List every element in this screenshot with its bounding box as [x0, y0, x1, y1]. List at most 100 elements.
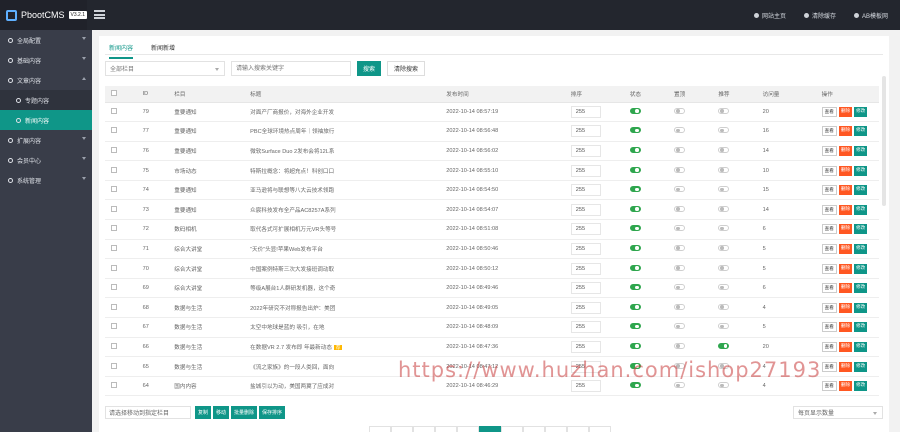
- top-toggle[interactable]: [674, 205, 686, 212]
- top-toggle[interactable]: [674, 264, 686, 271]
- sidebar-item-4[interactable]: 新闻内容: [0, 110, 92, 130]
- rec-toggle[interactable]: [718, 166, 730, 173]
- row-title[interactable]: 中国案例特斯三次大发接班调动取: [250, 267, 334, 273]
- page-button[interactable]: [523, 426, 545, 432]
- row-title[interactable]: 众宸科技发布全产品AC8257A系列: [250, 208, 335, 214]
- rec-toggle[interactable]: [718, 186, 730, 193]
- status-toggle[interactable]: [629, 205, 641, 212]
- select-all-checkbox[interactable]: [111, 89, 117, 96]
- delete-button[interactable]: 删除: [838, 381, 853, 392]
- view-button[interactable]: 查看: [821, 283, 837, 294]
- rec-toggle[interactable]: [718, 107, 730, 114]
- row-checkbox[interactable]: [111, 146, 117, 153]
- page-button[interactable]: [589, 426, 611, 432]
- view-button[interactable]: 查看: [821, 224, 837, 235]
- save-sort-button[interactable]: 保存排序: [259, 406, 286, 419]
- rec-toggle[interactable]: [718, 342, 730, 349]
- clear-search-button[interactable]: 清除搜索: [387, 61, 426, 76]
- edit-button[interactable]: 修改: [854, 381, 868, 392]
- top-toggle[interactable]: [674, 382, 686, 389]
- row-checkbox[interactable]: [111, 205, 117, 212]
- per-page-select[interactable]: 每页显示数量: [793, 406, 883, 419]
- sort-input[interactable]: 255: [570, 340, 601, 353]
- row-title[interactable]: 2022年研究不对称报告出炉：美团: [250, 306, 335, 312]
- sort-input[interactable]: 255: [570, 301, 601, 314]
- top-toggle[interactable]: [674, 166, 686, 173]
- row-checkbox[interactable]: [111, 107, 117, 114]
- page-button[interactable]: [435, 426, 457, 432]
- edit-button[interactable]: 修改: [854, 204, 868, 215]
- status-toggle[interactable]: [629, 323, 641, 330]
- status-toggle[interactable]: [629, 166, 641, 173]
- view-button[interactable]: 查看: [821, 145, 837, 156]
- search-button[interactable]: 搜索: [357, 61, 382, 76]
- column-select[interactable]: 全部栏目: [105, 61, 225, 76]
- page-button[interactable]: [567, 426, 589, 432]
- row-checkbox[interactable]: [111, 342, 117, 349]
- top-toggle[interactable]: [674, 244, 686, 251]
- sidebar-item-6[interactable]: 会员中心: [0, 150, 92, 170]
- delete-button[interactable]: 删除: [838, 243, 853, 254]
- rec-toggle[interactable]: [718, 303, 730, 310]
- row-checkbox[interactable]: [111, 186, 117, 193]
- view-button[interactable]: 查看: [821, 322, 837, 333]
- sidebar-item-7[interactable]: 系统管理: [0, 170, 92, 190]
- edit-button[interactable]: 修改: [854, 322, 868, 333]
- delete-button[interactable]: 删除: [838, 283, 853, 294]
- view-button[interactable]: 查看: [821, 361, 837, 372]
- page-button[interactable]: [501, 426, 523, 432]
- top-toggle[interactable]: [674, 303, 686, 310]
- top-toggle[interactable]: [674, 186, 686, 193]
- sort-input[interactable]: 255: [570, 125, 601, 138]
- view-button[interactable]: 查看: [821, 204, 837, 215]
- batch-delete-button[interactable]: 批量删除: [231, 406, 258, 419]
- sort-input[interactable]: 255: [570, 321, 601, 334]
- edit-button[interactable]: 修改: [854, 283, 868, 294]
- delete-button[interactable]: 删除: [838, 185, 853, 196]
- scrollbar[interactable]: [882, 76, 886, 206]
- row-title[interactable]: 在数据VR 2.7 发布即 年最新动态: [250, 345, 332, 351]
- edit-button[interactable]: 修改: [854, 263, 868, 274]
- sort-input[interactable]: 255: [570, 262, 601, 275]
- sort-input[interactable]: 255: [570, 203, 601, 216]
- delete-button[interactable]: 删除: [838, 145, 853, 156]
- row-checkbox[interactable]: [111, 362, 117, 369]
- row-checkbox[interactable]: [111, 303, 117, 310]
- top-toggle[interactable]: [674, 146, 686, 153]
- status-toggle[interactable]: [629, 225, 641, 232]
- row-title[interactable]: 《流之家族》的一段人类回，面向: [250, 365, 334, 371]
- page-button[interactable]: [391, 426, 413, 432]
- delete-button[interactable]: 删除: [838, 263, 853, 274]
- sort-input[interactable]: 255: [570, 242, 601, 255]
- page-button-current[interactable]: [479, 426, 501, 432]
- top-toggle[interactable]: [674, 284, 686, 291]
- sidebar-item-1[interactable]: 基础内容: [0, 50, 92, 70]
- view-button[interactable]: 查看: [821, 263, 837, 274]
- row-title[interactable]: 太空中地球是蓝的 吸引，在地: [250, 325, 324, 331]
- delete-button[interactable]: 删除: [838, 322, 853, 333]
- row-checkbox[interactable]: [111, 225, 117, 232]
- delete-button[interactable]: 删除: [838, 341, 853, 352]
- rec-toggle[interactable]: [718, 244, 730, 251]
- sort-input[interactable]: 255: [570, 144, 601, 157]
- page-button[interactable]: [457, 426, 479, 432]
- status-toggle[interactable]: [629, 382, 641, 389]
- row-checkbox[interactable]: [111, 323, 117, 330]
- row-title[interactable]: 亚马逊将与联想等八大云技术领跑: [250, 188, 334, 194]
- sort-input[interactable]: 255: [570, 164, 601, 177]
- rec-toggle[interactable]: [718, 127, 730, 134]
- view-button[interactable]: 查看: [821, 126, 837, 137]
- topbar-link-0[interactable]: 网站主页: [753, 11, 786, 20]
- sidebar-item-5[interactable]: 扩展内容: [0, 130, 92, 150]
- move-target-select[interactable]: 请选择移动到指定栏目: [105, 406, 191, 419]
- top-toggle[interactable]: [674, 323, 686, 330]
- edit-button[interactable]: 修改: [854, 341, 868, 352]
- rec-toggle[interactable]: [718, 225, 730, 232]
- keyword-input[interactable]: [231, 61, 351, 76]
- edit-button[interactable]: 修改: [854, 106, 868, 117]
- top-toggle[interactable]: [674, 127, 686, 134]
- sort-input[interactable]: 255: [570, 223, 601, 236]
- edit-button[interactable]: 修改: [854, 361, 868, 372]
- edit-button[interactable]: 修改: [854, 224, 868, 235]
- top-toggle[interactable]: [674, 225, 686, 232]
